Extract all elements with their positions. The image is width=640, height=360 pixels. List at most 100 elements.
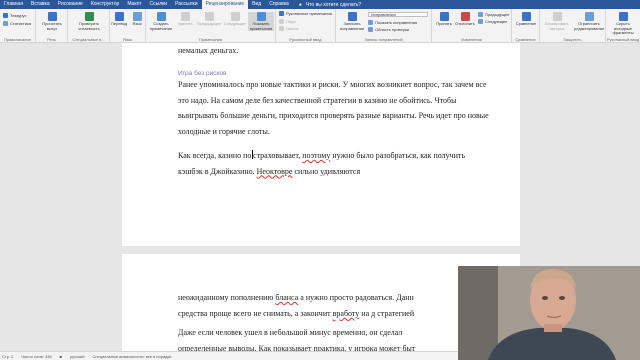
group-label-language: Язык	[122, 37, 133, 42]
word-count-icon	[3, 21, 8, 26]
next-change-button[interactable]: Следующее	[478, 19, 507, 24]
thesaurus-button[interactable]: Тезаурус	[3, 13, 26, 18]
group-label-protect: Защитить	[563, 37, 582, 42]
group-label-ink-2: Рукописный ввод	[606, 37, 640, 42]
paragraph-1: Ранее упоминалось про новые тактики и ри…	[178, 80, 489, 136]
lightbulb-icon: ●	[298, 1, 302, 8]
group-label-speech: Речь	[47, 37, 56, 42]
reject-button[interactable]: Отклонить	[454, 12, 476, 27]
tab-review[interactable]: Рецензирование	[201, 0, 249, 9]
markup-dropdown[interactable]: Исправления	[368, 12, 428, 17]
group-tracking: Записать исправления Исправления Показат…	[336, 9, 432, 43]
show-markup-icon	[368, 20, 373, 25]
word-count-button[interactable]: Статистика	[3, 21, 31, 26]
group-ink-2: Скрыть исходные фрагменты Рукописный вво…	[606, 9, 640, 43]
translate-button[interactable]: Перевод	[111, 12, 127, 27]
spelling-error-2[interactable]: Неоктовре	[257, 167, 293, 176]
spelling-error-3[interactable]: бланса	[275, 293, 298, 302]
ribbon: Тезаурус Статистика Правописание Прочита…	[0, 9, 640, 43]
read-aloud-button[interactable]: Прочитать вслух	[40, 12, 64, 31]
ink-comment-button[interactable]: Рукописные примечания	[279, 11, 332, 16]
tab-layout[interactable]: Макет	[123, 0, 145, 9]
tab-references[interactable]: Ссылки	[145, 0, 171, 9]
tab-home[interactable]: Главная	[0, 0, 27, 9]
review-pane-icon	[368, 27, 373, 32]
hide-ink-button[interactable]: Скрыть исходные фрагменты	[608, 12, 638, 36]
prev-comment-button[interactable]: Предыдущее	[196, 12, 222, 27]
accessibility-icon	[84, 12, 94, 21]
webcam-overlay	[458, 266, 640, 360]
block-authors-icon	[552, 12, 562, 21]
presenter-silhouette	[458, 266, 640, 360]
compare-button[interactable]: Сравнение	[514, 12, 538, 27]
status-accessibility[interactable]: Специальные возможности: все в порядке	[92, 354, 171, 359]
new-comment-button[interactable]: Создать примечание	[148, 12, 174, 31]
track-changes-icon	[347, 12, 357, 21]
group-spelling: Тезаурус Статистика Правописание	[0, 9, 36, 43]
page2-line-2: средства проще всего не снимать, а закон…	[178, 309, 415, 318]
accept-icon	[439, 12, 449, 21]
group-changes: Принять Отклонить Предыдущее Следующее И…	[432, 9, 512, 43]
heading-risk-free: Игра без рисков	[178, 70, 227, 77]
pen-button[interactable]: Перо	[279, 19, 296, 24]
new-comment-icon	[156, 12, 166, 21]
paragraph-2: Как всегда, казино по страховывает, поэто…	[178, 150, 466, 176]
spelling-error-4[interactable]: вработу	[333, 309, 360, 318]
thesaurus-icon	[3, 13, 8, 18]
delete-comment-icon	[180, 12, 190, 21]
tab-draw[interactable]: Рисование	[54, 0, 87, 9]
status-word-count[interactable]: Число слов: 339	[21, 354, 51, 359]
check-accessibility-button[interactable]: Проверить читаемость	[71, 12, 107, 31]
group-protect: Блокировать авторов Ограничить редактиро…	[540, 9, 606, 43]
hide-ink-icon	[618, 12, 628, 21]
show-comments-icon	[256, 12, 266, 21]
ink-icon	[279, 11, 284, 16]
group-ink: Рукописные примечания Перо Ластик Рукопи…	[276, 9, 336, 43]
lock-icon	[584, 12, 594, 21]
page2-line-1: неожиданному пополнению бланса а нужно п…	[178, 293, 414, 302]
tab-view[interactable]: Вид	[248, 0, 265, 9]
group-label-accessibility: Специальные в...	[72, 37, 105, 42]
group-comments: Создать примечание Удалить Предыдущее Сл…	[146, 9, 276, 43]
accept-button[interactable]: Принять	[433, 12, 455, 27]
spelling-error-1[interactable]: поэтому	[302, 151, 330, 160]
group-label-compare: Сравнение	[515, 37, 536, 42]
block-authors-button[interactable]: Блокировать авторов	[542, 12, 572, 31]
prev-change-button[interactable]: Предыдущее	[478, 12, 509, 17]
translate-icon	[114, 12, 124, 21]
prev-comment-icon	[204, 12, 214, 21]
tab-help[interactable]: Справка	[265, 0, 293, 9]
speaker-icon	[47, 12, 57, 21]
ribbon-tabs: Главная Вставка Рисование Конструктор Ма…	[0, 0, 640, 9]
next-change-icon	[478, 19, 483, 24]
text-fragment-top: немалых деньгах.	[178, 46, 239, 55]
language-icon	[132, 12, 142, 21]
help-search[interactable]: Что вы хотите сделать?	[306, 2, 361, 8]
delete-comment-button[interactable]: Удалить	[174, 12, 196, 27]
next-comment-icon	[230, 12, 240, 21]
next-comment-button[interactable]: Следующее	[222, 12, 248, 27]
language-button[interactable]: Язык	[129, 12, 145, 27]
reject-icon	[460, 12, 470, 21]
track-changes-button[interactable]: Записать исправления	[338, 12, 366, 31]
prev-change-icon	[478, 12, 483, 17]
review-pane-button[interactable]: Область проверки	[368, 27, 409, 32]
tab-design[interactable]: Конструктор	[87, 0, 124, 9]
group-speech: Прочитать вслух Речь	[36, 9, 68, 43]
page2-line-4: определенные выводы. Как показывает прак…	[178, 344, 416, 351]
proofing-icon: ■	[59, 353, 63, 359]
show-comments-button[interactable]: Показать примечания	[248, 12, 274, 31]
group-label-tracking: Запись исправлений	[364, 37, 403, 42]
tab-mailings[interactable]: Рассылки	[171, 0, 201, 9]
restrict-editing-button[interactable]: Ограничить редактирование	[574, 12, 604, 31]
eraser-button[interactable]: Ластик	[279, 26, 299, 31]
pen-icon	[279, 19, 284, 24]
document-page-1[interactable]: немалых деньгах. Игра без рисков Ранее у…	[122, 43, 520, 246]
eraser-icon	[279, 26, 284, 31]
status-page[interactable]: Стр. 2	[2, 354, 13, 359]
show-markup-button[interactable]: Показать исправления	[368, 20, 417, 25]
status-language[interactable]: русский	[70, 354, 84, 359]
group-compare: Сравнение Сравнение	[512, 9, 540, 43]
tab-insert[interactable]: Вставка	[27, 0, 54, 9]
group-label-spelling: Правописание	[4, 37, 31, 42]
